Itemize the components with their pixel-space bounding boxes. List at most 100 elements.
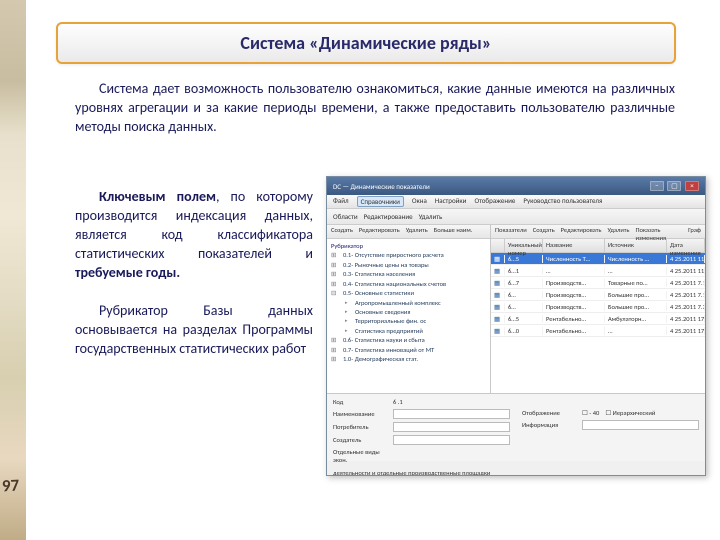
tree-node[interactable]: 0.7- Статистика инноваций от МТ [331,346,486,355]
cell-code: 6… [505,291,543,299]
cell-name: Рентабельно… [543,315,605,323]
cell-src: Численность … [605,255,667,263]
field-name[interactable] [393,409,510,419]
tree-tb-more[interactable]: Больше наим. [434,226,473,237]
slide-title: Система «Динамические ряды» [240,32,491,54]
tb-edit[interactable]: Редактирование [364,212,413,221]
cell-date: 4 25.2011 7.3 [667,303,705,311]
tree-node[interactable]: 0.1- Отсутствие приростного расчета [331,251,486,260]
cell-src: Большие про… [605,291,667,299]
menubar: Файл Справочники Окна Настройки Отображе… [327,195,705,209]
split-panes: Создать Редактировать Удалить Больше наи… [327,225,705,393]
row-icon: ▦ [491,303,505,311]
tb-delete[interactable]: Удалить [419,212,443,221]
tree-node[interactable]: 0.2- Рыночные цены на товары [331,261,486,270]
cell-src: Товарные по… [605,279,667,287]
label-creator: Создатель [333,436,387,444]
cell-code: 6…5 [505,255,543,263]
code-value: 6 .1 [393,398,403,406]
tree-node[interactable]: 1.0- Демографическая стат. [331,355,486,364]
tree-subnode[interactable]: Территориальные фин. ос [331,317,486,326]
grid-header: Уникальный номер Название Источник Дата … [491,239,705,253]
tree-tb-edit[interactable]: Редактировать [359,226,400,237]
cell-date: 4 25.2011 11.25 [667,255,705,263]
grid-tb-changes[interactable]: Показать изменения [635,226,682,237]
tree-node[interactable]: 0.4- Статистика национальных счетов [331,280,486,289]
tree-tb-create[interactable]: Создать [331,226,353,237]
grid-tb-edit[interactable]: Редактировать [561,226,602,237]
cell-name: Производств… [543,303,605,311]
chk-hier[interactable]: ☐ Иерархический [605,409,655,417]
label-name: Наименование [333,410,387,418]
minimize-button[interactable]: – [650,181,664,191]
tree-tb-delete[interactable]: Удалить [406,226,428,237]
table-row[interactable]: ▦6…1……4 25.2011 11.1 [491,265,705,277]
menu-windows[interactable]: Окна [412,196,427,207]
grid-tb-create[interactable]: Создать [533,226,555,237]
tree-toolbar: Создать Редактировать Удалить Больше наи… [327,225,490,239]
field-creator[interactable] [393,435,510,445]
cell-date: 4 25.2011 17.15 [667,327,705,335]
tree-subnode[interactable]: Агропромышленный комплекс [331,299,486,308]
toolbar-main: Области Редактирование Удалить [327,209,705,225]
paragraph-2: Рубрикатор Базы данных основывается на р… [75,302,313,359]
table-row[interactable]: ▦6…5Численность Т…Численность …4 25.2011… [491,253,705,265]
tb-areas[interactable]: Области [333,212,358,221]
table-row[interactable]: ▦6…Производств…Большие про…4 25.2011 7.1 [491,289,705,301]
decor-number: 97 [1,475,19,497]
footer-text: деятельности и отдельные производственны… [333,469,490,476]
field-info[interactable] [582,420,699,430]
tree-subnode[interactable]: Статистика предприятий [331,327,486,336]
cell-code: 6… [505,303,543,311]
col-src[interactable]: Источник [605,239,667,252]
rubricator-tree[interactable]: Рубрикатор 0.1- Отсутствие приростного р… [327,239,490,367]
close-button[interactable]: × [685,181,699,191]
menu-settings[interactable]: Настройки [435,196,467,207]
field-consumer[interactable] [393,422,510,432]
table-row[interactable]: ▦6…7Производств…Товарные по…4 25.2011 7.… [491,277,705,289]
menu-file[interactable]: Файл [333,196,349,207]
row-icon: ▦ [491,255,505,263]
col-id[interactable]: Уникальный номер [505,239,543,252]
row-icon: ▦ [491,327,505,335]
grid-tb-delete[interactable]: Удалить [607,226,629,237]
window-controls: – ▢ × [648,181,699,191]
grid-tb-indicators[interactable]: Показатели [495,226,527,237]
window-titlebar: DC — Динамические показатели – ▢ × [327,177,705,195]
cell-name: Численность Т… [543,255,605,263]
tree-root[interactable]: Рубрикатор [331,242,486,251]
cell-name: Рентабельно… [543,327,605,335]
body-text: Ключевым полем, по которому производится… [75,188,313,379]
tree-node-open[interactable]: 0.5- Основные статистики [331,289,486,298]
col-date[interactable]: Дата изменения [667,239,705,252]
table-row[interactable]: ▦6…Производств…Большие про…4 25.2011 7.3 [491,301,705,313]
cell-name: Производств… [543,291,605,299]
slide-left-decor: 97 [0,0,26,540]
menu-reference[interactable]: Справочники [357,196,404,207]
menu-view[interactable]: Отображение [474,196,515,207]
table-row[interactable]: ▦6…5Рентабельно…Амбулаторн…4 25.2011 17.… [491,313,705,325]
tree-subnode[interactable]: Основные сведения [331,308,486,317]
cell-src: Большие про… [605,303,667,311]
tree-node[interactable]: 0.3- Статистика населения [331,270,486,279]
menu-help[interactable]: Руководство пользователя [523,196,602,207]
row-icon: ▦ [491,267,505,275]
cell-date: 4 25.2011 11.1 [667,267,705,275]
cell-code: 6…5 [505,315,543,323]
cell-src: Амбулаторн… [605,315,667,323]
grid-tb-graph[interactable]: Граф [688,226,701,237]
cell-code: 6…0 [505,327,543,335]
paragraph-1: Ключевым полем, по которому производится… [75,188,313,282]
row-icon: ▦ [491,291,505,299]
maximize-button[interactable]: ▢ [667,181,681,191]
cell-code: 6…1 [505,267,543,275]
grid-body: ▦6…5Численность Т…Численность …4 25.2011… [491,253,705,337]
cell-date: 4 25.2011 7.1 [667,291,705,299]
col-icon [491,239,505,252]
label-spec: Отдельные виды экон. [333,448,387,464]
col-name[interactable]: Название [543,239,605,252]
table-row[interactable]: ▦6…0Рентабельно……4 25.2011 17.15 [491,325,705,337]
tree-node[interactable]: 0.6- Статистика науки и сбыта [331,336,486,345]
cell-src: … [605,327,667,335]
chk-40[interactable]: ☐ - 40 [582,409,599,417]
